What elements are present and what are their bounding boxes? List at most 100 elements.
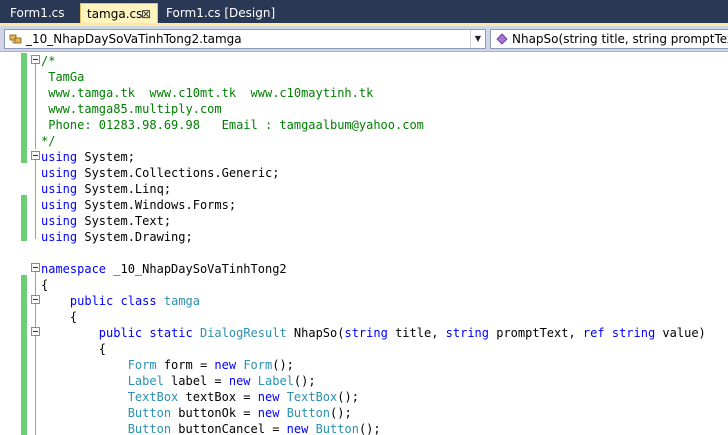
code-line: using System;	[41, 149, 135, 165]
tab-tamga-cs[interactable]: tamga.cs ⊠	[80, 3, 158, 23]
collapse-icon[interactable]	[31, 327, 40, 336]
code-token: ();	[272, 358, 294, 372]
code-token: public	[98, 326, 143, 340]
code-token: public	[69, 294, 114, 308]
navigation-bar: _10_NhapDaySoVaTinhTong2.tamga ▼ NhapSo(…	[0, 26, 728, 52]
code-token: ref	[582, 326, 605, 340]
code-token: System.Text;	[77, 214, 172, 228]
code-token: value)	[655, 326, 706, 340]
code-token: NhapSo(	[286, 326, 345, 340]
code-token: using	[41, 230, 78, 244]
code-token: using	[41, 182, 78, 196]
code-token: label =	[163, 374, 229, 388]
code-line: using System.Linq;	[41, 181, 171, 197]
code-token: /*	[41, 54, 56, 68]
code-token: static	[149, 326, 193, 340]
code-token: new	[257, 390, 280, 404]
code-token: Phone: 01283.98.69.98 Email : tamgaalbum…	[41, 118, 424, 132]
code-token: ();	[337, 390, 359, 404]
code-token: Form	[243, 358, 273, 372]
code-line: www.tamga.tk www.c10mt.tk www.c10maytinh…	[41, 85, 373, 101]
code-line: Label label = new Label();	[41, 373, 316, 389]
change-indicator-bar	[21, 195, 27, 241]
type-selector-dropdown[interactable]: _10_NhapDaySoVaTinhTong2.tamga ▼	[4, 29, 486, 49]
code-editor[interactable]: /* TamGa www.tamga.tk www.c10mt.tk www.c…	[0, 53, 728, 435]
code-token: */	[41, 134, 56, 148]
change-indicator-bar	[21, 275, 27, 435]
tab-form1-cs[interactable]: Form1.cs	[4, 3, 74, 23]
code-line: TextBox textBox = new TextBox();	[41, 389, 359, 405]
document-tab-strip: Form1.cs tamga.cs ⊠ Form1.cs [Design]	[0, 0, 728, 26]
code-token: {	[41, 342, 107, 356]
code-line: public static DialogResult NhapSo(string…	[41, 325, 706, 341]
code-line: TamGa	[41, 69, 84, 85]
code-token: TextBox	[127, 390, 179, 404]
code-token: DialogResult	[199, 326, 287, 340]
close-tab-icon[interactable]: ⊠	[141, 4, 151, 24]
code-line: public class tamga	[41, 293, 200, 309]
code-token: title,	[387, 326, 446, 340]
fold-guide	[35, 159, 36, 239]
code-token: ();	[330, 406, 352, 420]
code-line: using System.Windows.Forms;	[41, 197, 236, 213]
member-selector-dropdown[interactable]: NhapSo(string title, string promptText, …	[490, 29, 728, 49]
code-line: Button buttonCancel = new Button();	[41, 421, 381, 435]
code-token: buttonOk =	[171, 406, 258, 420]
code-token: {	[41, 310, 78, 324]
code-token: tamga	[163, 294, 200, 308]
collapse-icon[interactable]	[31, 295, 40, 304]
fold-guide	[35, 63, 36, 149]
code-token: new	[257, 406, 280, 420]
code-line: using System.Drawing;	[41, 229, 193, 245]
code-token: System.Linq;	[77, 182, 172, 196]
class-icon	[9, 34, 22, 44]
method-icon	[496, 33, 508, 45]
code-line: {	[41, 341, 106, 357]
chevron-down-icon[interactable]: ▼	[470, 30, 485, 48]
code-token: using	[41, 214, 78, 228]
code-token: System.Drawing;	[77, 230, 193, 244]
code-token: string	[445, 326, 489, 340]
code-token: Form	[127, 358, 157, 372]
tab-label: tamga.cs	[87, 7, 143, 21]
code-line: www.tamga85.multiply.com	[41, 101, 222, 117]
tab-form1-design[interactable]: Form1.cs [Design]	[160, 3, 275, 23]
code-token: TextBox	[286, 390, 338, 404]
code-token: ();	[358, 422, 381, 435]
code-token: using	[41, 166, 78, 180]
code-line: Form form = new Form();	[41, 357, 294, 373]
collapse-icon[interactable]	[31, 151, 40, 160]
code-token: new	[286, 422, 309, 435]
code-token: string	[344, 326, 388, 340]
code-token: www.tamga85.multiply.com	[41, 102, 222, 116]
code-token: using	[41, 150, 78, 164]
collapse-icon[interactable]	[31, 263, 40, 272]
code-line: using System.Collections.Generic;	[41, 165, 279, 181]
code-token: new	[214, 358, 237, 372]
collapse-icon[interactable]	[31, 55, 40, 64]
code-line: */	[41, 133, 55, 149]
code-token: Label	[257, 374, 294, 388]
code-token: promptText,	[489, 326, 583, 340]
code-token: Button	[286, 406, 331, 420]
tab-label: Form1.cs [Design]	[166, 6, 276, 20]
code-token: namespace	[41, 262, 107, 276]
code-token: new	[228, 374, 251, 388]
code-token: System.Windows.Forms;	[77, 198, 237, 212]
code-line: {	[41, 277, 48, 293]
code-line: {	[41, 309, 77, 325]
